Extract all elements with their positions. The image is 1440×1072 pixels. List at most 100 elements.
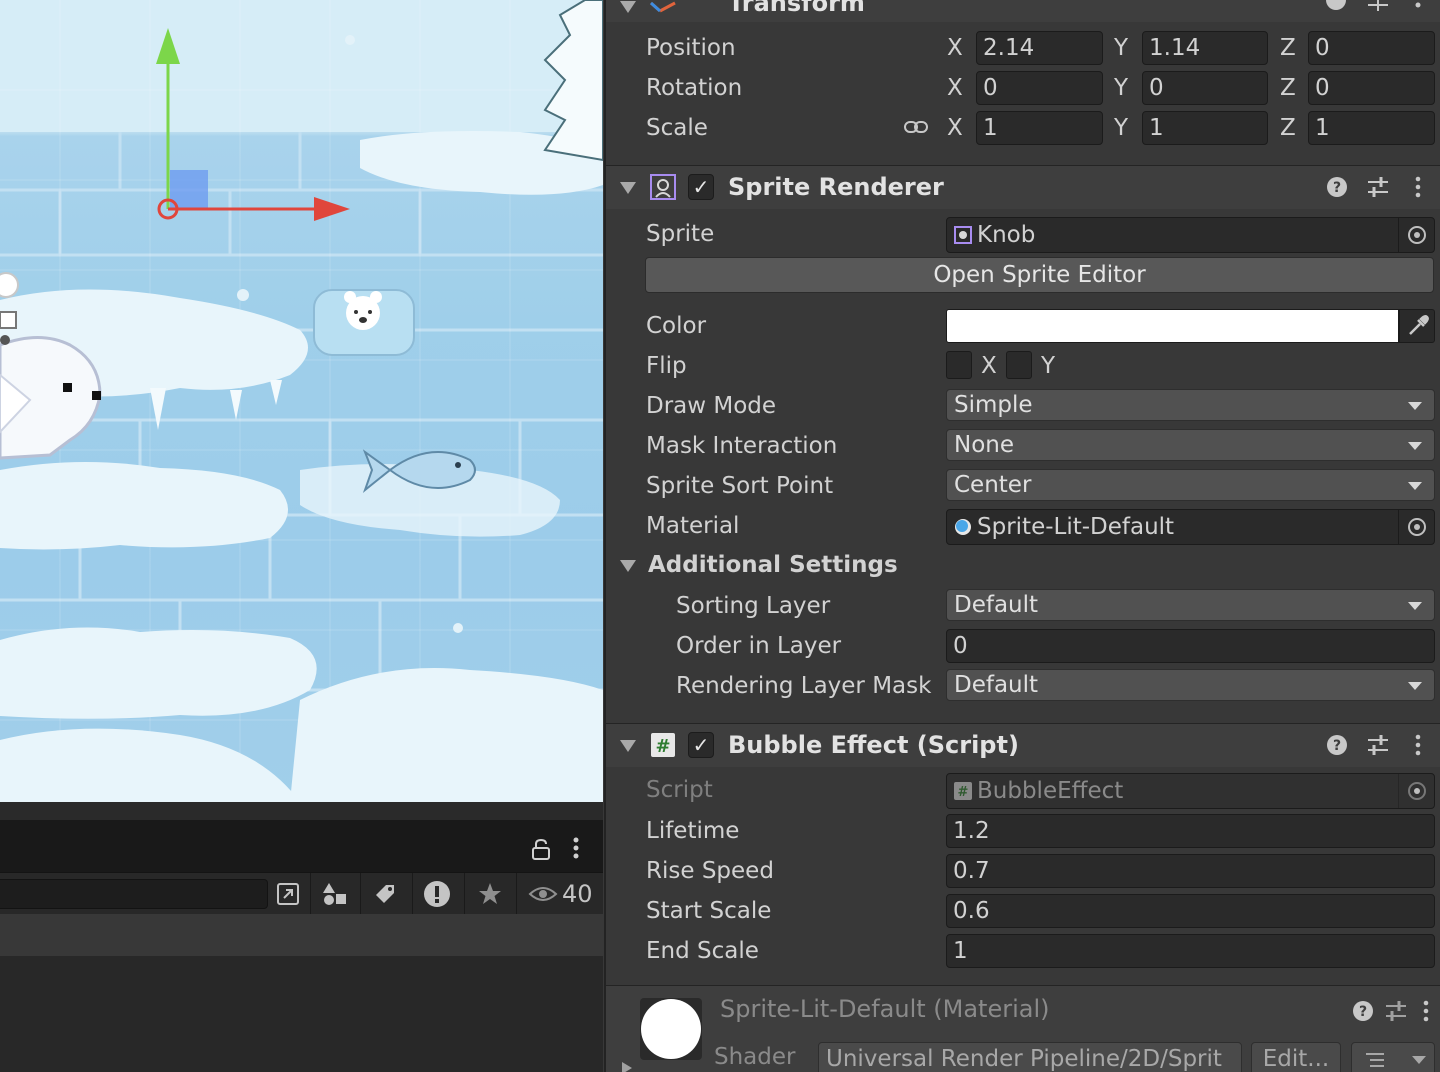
open-window-icon[interactable] (268, 879, 308, 909)
sprite-renderer-enabled-checkbox[interactable]: ✓ (688, 174, 714, 200)
sprite-sort-point-dropdown[interactable]: Center (946, 469, 1435, 501)
bubble-effect-enabled-checkbox[interactable]: ✓ (688, 732, 714, 758)
axis-label-y: Y (1114, 115, 1129, 141)
rise-speed-field[interactable]: 0.7 (946, 854, 1435, 888)
eyedropper-button[interactable] (1399, 309, 1435, 343)
transform-header[interactable]: Transform (606, 0, 1440, 22)
help-icon[interactable]: ? (1326, 176, 1348, 198)
help-icon[interactable]: ? (1326, 734, 1348, 756)
lifetime-field[interactable]: 1.2 (946, 814, 1435, 848)
svg-text:#: # (958, 785, 969, 800)
fold-arrow-icon[interactable] (620, 1062, 634, 1072)
shapes-icon[interactable] (314, 879, 354, 909)
rotation-z-field[interactable]: 0 (1308, 71, 1435, 105)
svg-text:?: ? (1359, 1004, 1367, 1020)
sprite-value: Knob (977, 222, 1036, 248)
svg-text:?: ? (1333, 180, 1341, 196)
material-asset-icon (955, 519, 971, 535)
flip-y-checkbox[interactable] (1006, 351, 1032, 379)
shader-options-button[interactable] (1351, 1042, 1435, 1072)
inspector-panel: Transform Position X 2.14 Y 1.14 Z 0 Rot… (604, 0, 1440, 1072)
sprite-label: Sprite (646, 221, 715, 247)
component-menu-icon[interactable] (1422, 1000, 1430, 1022)
ice-bear-block[interactable] (313, 289, 415, 356)
presets-icon[interactable] (1366, 0, 1390, 11)
script-asset-icon: # (954, 782, 972, 800)
fold-arrow-icon[interactable] (620, 740, 636, 752)
sky-area (0, 0, 603, 132)
axis-label-y: Y (1114, 35, 1129, 61)
draw-mode-dropdown[interactable]: Simple (946, 389, 1435, 421)
object-picker-icon (1408, 226, 1426, 244)
flip-x-checkbox[interactable] (946, 351, 972, 379)
sorting-layer-dropdown[interactable]: Default (946, 589, 1435, 621)
script-value: BubbleEffect (977, 778, 1124, 804)
link-icon[interactable] (903, 118, 929, 136)
position-y-field[interactable]: 1.14 (1142, 31, 1268, 65)
start-scale-field[interactable]: 0.6 (946, 894, 1435, 928)
star-icon[interactable] (470, 879, 510, 909)
mask-interaction-dropdown[interactable]: None (946, 429, 1435, 461)
bubble (453, 623, 463, 633)
warning-icon[interactable] (417, 879, 457, 909)
additional-settings-foldout[interactable]: Additional Settings (648, 552, 898, 578)
rotation-y-field[interactable]: 0 (1142, 71, 1268, 105)
script-icon: # (651, 733, 675, 757)
rotation-x-field[interactable]: 0 (976, 71, 1103, 105)
object-picker-button[interactable] (1398, 218, 1434, 252)
sprite-renderer-header[interactable]: ✓ Sprite Renderer ? (606, 165, 1440, 209)
eyedropper-icon (1409, 315, 1429, 335)
start-scale-label: Start Scale (646, 898, 772, 924)
x-axis-arrow-icon[interactable] (314, 197, 350, 221)
help-icon[interactable]: ? (1352, 1000, 1374, 1022)
position-x-field[interactable]: 2.14 (976, 31, 1103, 65)
dropdown-caret-icon (1408, 602, 1422, 610)
component-menu-icon[interactable] (1414, 734, 1422, 756)
component-title: Sprite Renderer (728, 173, 944, 201)
visibility-toggle[interactable]: 40 (528, 879, 593, 909)
presets-icon[interactable] (1366, 176, 1390, 198)
rotation-label: Rotation (646, 75, 743, 101)
order-in-layer-field[interactable]: 0 (946, 629, 1435, 663)
scale-x-field[interactable]: 1 (976, 111, 1103, 145)
scale-y-field[interactable]: 1 (1142, 111, 1268, 145)
fold-arrow-icon[interactable] (620, 1, 636, 13)
object-picker-icon (1408, 518, 1426, 536)
lock-icon[interactable] (530, 838, 552, 860)
snow-platforms (0, 131, 603, 802)
fold-arrow-icon[interactable] (620, 182, 636, 194)
scene-canvas[interactable] (0, 0, 603, 802)
object-picker-button[interactable] (1398, 510, 1434, 544)
mask-interaction-label: Mask Interaction (646, 433, 838, 459)
component-menu-icon[interactable] (1414, 0, 1422, 11)
bubble-effect-header[interactable]: # ✓ Bubble Effect (Script) ? (606, 723, 1440, 767)
edit-shader-button[interactable]: Edit... (1251, 1042, 1341, 1072)
shader-dropdown[interactable]: Universal Render Pipeline/2D/Sprit (818, 1042, 1242, 1072)
position-z-field[interactable]: 0 (1308, 31, 1435, 65)
sprite-sort-point-value: Center (954, 472, 1032, 498)
help-icon[interactable] (1326, 0, 1346, 11)
open-sprite-editor-button[interactable]: Open Sprite Editor (645, 257, 1434, 293)
rise-speed-label: Rise Speed (646, 858, 774, 884)
search-input[interactable] (0, 879, 268, 909)
draw-mode-value: Simple (954, 392, 1033, 418)
fold-arrow-icon[interactable] (620, 560, 636, 572)
scale-z-field[interactable]: 1 (1308, 111, 1435, 145)
kebab-menu-icon[interactable] (566, 836, 586, 860)
end-scale-label: End Scale (646, 938, 759, 964)
rendering-layer-mask-dropdown[interactable]: Default (946, 669, 1435, 701)
presets-icon[interactable] (1366, 734, 1390, 756)
axis-label-z: Z (1280, 75, 1296, 101)
axis-label-x: X (947, 35, 963, 61)
color-swatch-field[interactable] (946, 309, 1399, 343)
rendering-layer-mask-value: Default (954, 672, 1039, 698)
draw-mode-label: Draw Mode (646, 393, 777, 419)
tag-icon[interactable] (365, 879, 405, 909)
component-menu-icon[interactable] (1414, 176, 1422, 198)
material-object-field[interactable]: Sprite-Lit-Default (946, 509, 1435, 545)
presets-icon[interactable] (1384, 1000, 1408, 1022)
scene-view[interactable] (0, 0, 603, 802)
sprite-object-field[interactable]: Knob (946, 217, 1435, 253)
dropdown-caret-icon (1408, 482, 1422, 490)
end-scale-field[interactable]: 1 (946, 934, 1435, 968)
